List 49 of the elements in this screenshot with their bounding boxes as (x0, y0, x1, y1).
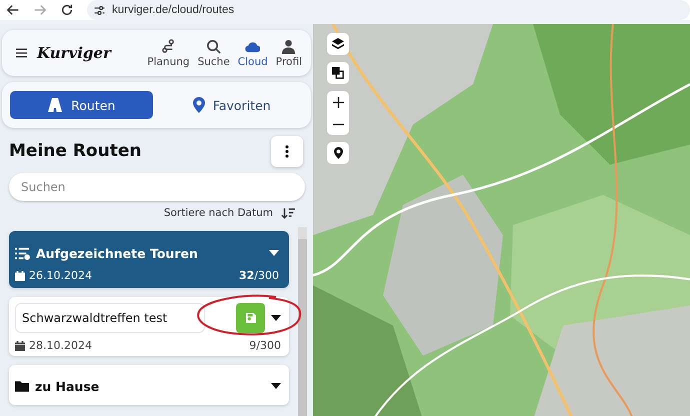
caret-icon[interactable] (269, 250, 279, 256)
scrollbar[interactable] (298, 227, 307, 416)
date-label: 26.10.2024 (29, 269, 92, 282)
group-name: zu Hause (35, 378, 100, 394)
pin-icon (334, 147, 342, 159)
sort-label[interactable]: Sortiere nach Datum (164, 207, 273, 219)
overlay-button[interactable] (327, 62, 349, 84)
nav-item[interactable]: Profil (272, 38, 305, 68)
route-group-card[interactable]: Aufgezeichnete Touren 26.10.2024 32/300 (9, 231, 289, 288)
more-button[interactable] (271, 136, 303, 166)
folder-icon (15, 380, 29, 392)
tab[interactable]: Favoriten (160, 91, 303, 119)
address-bar[interactable]: kurviger.de/cloud/routes (87, 0, 690, 20)
group-name: Aufgezeichnete Touren (36, 246, 198, 260)
section-title: Meine Routen (9, 141, 142, 161)
caret-icon[interactable] (271, 383, 281, 389)
nav-item[interactable]: Cloud (234, 38, 271, 68)
nav-item[interactable]: Planung (144, 38, 193, 68)
plus-icon (332, 96, 344, 108)
search-field[interactable]: Suchen (9, 173, 305, 201)
overlapping-squares-icon (332, 67, 344, 79)
road-icon (47, 97, 64, 113)
date-label: 28.10.2024 (29, 339, 92, 352)
layers-icon (332, 38, 344, 50)
save-icon (246, 313, 256, 323)
point-count: 9/300 (249, 339, 281, 352)
location-button[interactable] (327, 142, 349, 164)
route-name-field[interactable]: Schwarzwaldtreffen test (15, 303, 205, 333)
search-icon (206, 38, 222, 54)
route-group-card[interactable]: Schwarzwaldtreffen test 28.10.2024 9/300 (9, 297, 289, 356)
caret-icon[interactable] (271, 315, 281, 321)
back-icon[interactable] (6, 3, 20, 17)
tab[interactable]: Routen (10, 91, 152, 119)
site-settings-icon[interactable] (93, 4, 106, 16)
more-icon (285, 144, 289, 158)
reload-icon[interactable] (60, 3, 74, 17)
calendar-icon (15, 340, 25, 350)
person-icon (281, 38, 296, 54)
pin-icon (192, 97, 205, 113)
sort-icon[interactable] (281, 206, 295, 220)
route-group-card[interactable]: zu Hause (9, 365, 289, 405)
calendar-icon (15, 270, 25, 280)
route-icon (160, 38, 176, 54)
checklist-icon (15, 246, 30, 260)
menu-icon[interactable] (16, 48, 27, 58)
logo[interactable]: Kurviger (37, 44, 111, 62)
point-count: 32/300 (238, 269, 279, 282)
layers-button[interactable] (327, 33, 349, 55)
nav-item[interactable]: Suche (194, 38, 233, 68)
